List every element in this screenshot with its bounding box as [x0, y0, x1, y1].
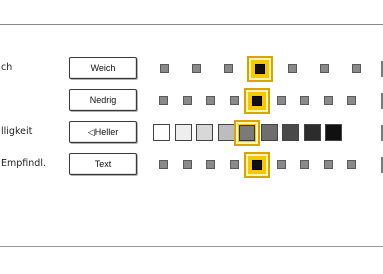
level-dot[interactable]: [347, 96, 356, 105]
level-swatch[interactable]: [260, 124, 278, 141]
level-dot[interactable]: [276, 160, 286, 169]
level-selector: [150, 119, 375, 147]
level-dot[interactable]: [182, 96, 192, 105]
level-selected-indicator: [252, 160, 262, 170]
setting-label: Empfindl.: [1, 158, 46, 169]
level-selected[interactable]: [234, 120, 260, 146]
level-dot[interactable]: [347, 160, 356, 169]
level-swatch[interactable]: [303, 124, 321, 141]
level-dot[interactable]: [323, 96, 333, 105]
level-dot[interactable]: [159, 160, 168, 169]
setting-row: Empfindl. Text: [0, 151, 383, 179]
level-dot[interactable]: [320, 64, 329, 73]
level-dot[interactable]: [300, 96, 309, 105]
level-swatch[interactable]: [174, 124, 192, 141]
level-swatch[interactable]: [217, 124, 235, 141]
level-dot[interactable]: [323, 160, 333, 169]
setting-button[interactable]: Text: [69, 153, 137, 175]
setting-label: lligkeit: [1, 126, 33, 137]
level-selected-indicator: [252, 96, 262, 106]
level-dot[interactable]: [160, 64, 169, 73]
setting-row: lligkeit ◁Heller: [0, 119, 383, 147]
level-selected-indicator: [255, 64, 265, 74]
setting-button[interactable]: Weich: [69, 57, 137, 79]
level-selected[interactable]: [247, 56, 273, 82]
level-selector: [150, 55, 375, 83]
level-dot[interactable]: [229, 160, 239, 169]
level-dot[interactable]: [192, 64, 201, 73]
level-dot[interactable]: [276, 96, 286, 105]
level-dot[interactable]: [159, 96, 168, 105]
bottom-divider: [0, 246, 383, 247]
level-swatch[interactable]: [153, 124, 170, 141]
level-selector: [150, 151, 375, 179]
setting-label: ch: [1, 62, 13, 73]
setting-row: ch Weich: [0, 55, 383, 83]
level-swatch[interactable]: [325, 124, 342, 141]
level-dot[interactable]: [182, 160, 192, 169]
level-selected-indicator: [239, 125, 255, 141]
level-dot[interactable]: [229, 96, 239, 105]
level-swatch[interactable]: [282, 124, 299, 141]
level-dot[interactable]: [300, 160, 309, 169]
setting-row: Nedrig: [0, 87, 383, 115]
setting-button[interactable]: ◁Heller: [69, 121, 137, 143]
level-selector: [150, 87, 375, 115]
level-dot[interactable]: [206, 160, 215, 169]
top-divider: [0, 24, 383, 25]
level-selected[interactable]: [244, 152, 270, 178]
level-selected[interactable]: [244, 88, 270, 114]
setting-button[interactable]: Nedrig: [69, 89, 137, 111]
level-dot[interactable]: [224, 64, 233, 73]
level-swatch[interactable]: [196, 124, 213, 141]
level-dot[interactable]: [288, 64, 297, 73]
level-dot[interactable]: [352, 64, 361, 73]
level-dot[interactable]: [206, 96, 215, 105]
